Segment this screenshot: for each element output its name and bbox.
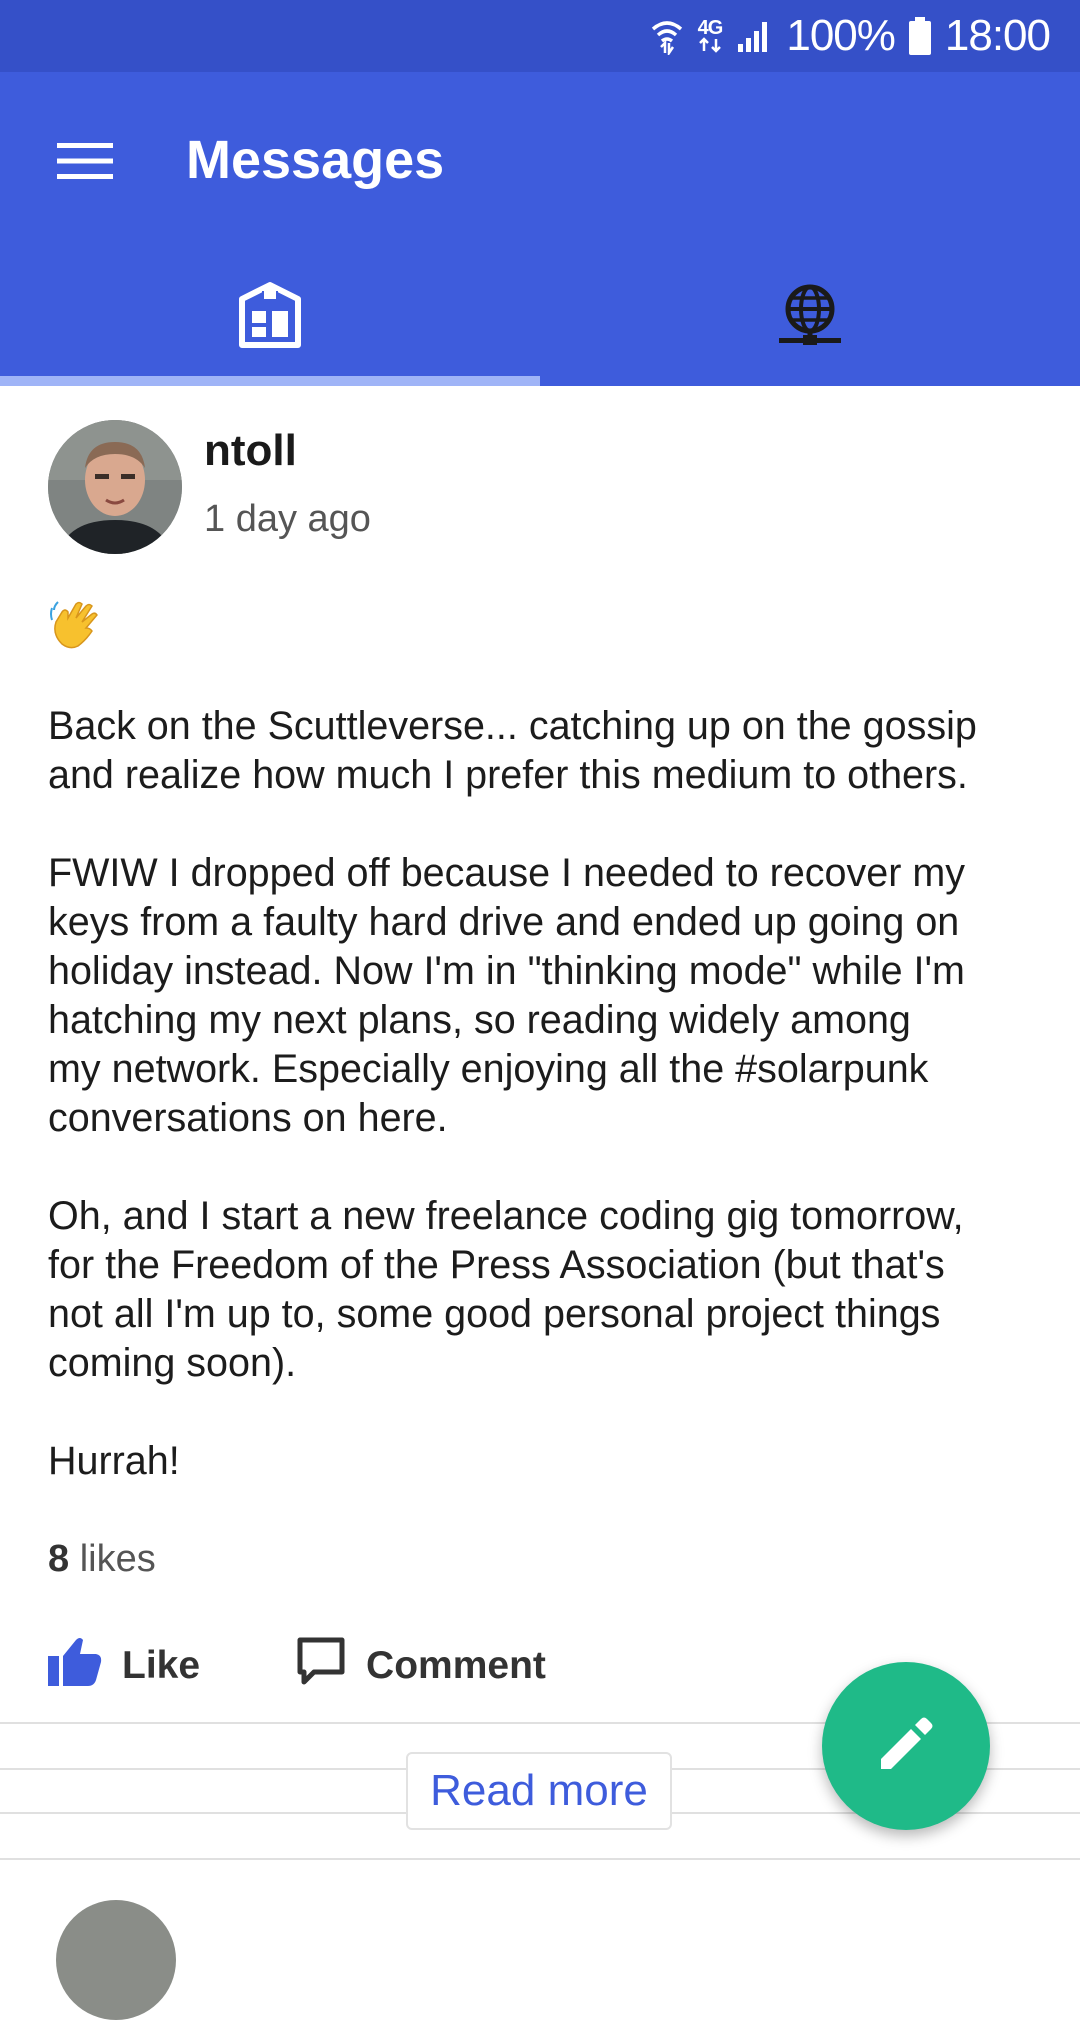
public-feed-icon bbox=[238, 281, 302, 354]
thumbs-up-icon bbox=[48, 1636, 102, 1696]
battery-icon bbox=[908, 17, 931, 55]
divider bbox=[0, 1858, 1080, 1860]
tab-public[interactable] bbox=[0, 262, 540, 386]
next-post-avatar[interactable] bbox=[56, 1900, 176, 2020]
read-more-button[interactable]: Read more bbox=[406, 1752, 672, 1830]
status-bar: 4G 100% 18:00 bbox=[0, 0, 1080, 72]
like-label: Like bbox=[122, 1644, 201, 1687]
post-paragraph: Oh, and I start a new freelance coding g… bbox=[48, 1194, 964, 1385]
post-timestamp: 1 day ago bbox=[204, 498, 371, 540]
post-paragraph: Back on the Scuttleverse... catching up … bbox=[48, 704, 977, 797]
network-4g-icon: 4G bbox=[698, 18, 723, 53]
waving-hand-emoji bbox=[48, 598, 102, 652]
author-name[interactable]: ntoll bbox=[204, 426, 297, 476]
likes-count[interactable]: 8 likes bbox=[48, 1538, 156, 1581]
app-bar: Messages bbox=[0, 72, 1080, 386]
tab-network[interactable] bbox=[540, 262, 1080, 386]
page-title: Messages bbox=[186, 130, 445, 190]
hamburger-menu-icon[interactable] bbox=[40, 116, 130, 206]
comment-icon bbox=[296, 1636, 346, 1696]
comment-label: Comment bbox=[366, 1644, 546, 1687]
pencil-icon bbox=[877, 1715, 935, 1778]
signal-icon bbox=[736, 18, 772, 54]
post-body: Back on the Scuttleverse... catching up … bbox=[48, 702, 1048, 1535]
post-paragraph: FWIW I dropped off because I needed to r… bbox=[48, 851, 966, 1140]
like-button[interactable]: Like bbox=[48, 1636, 200, 1696]
avatar[interactable] bbox=[48, 420, 182, 554]
tab-bar bbox=[0, 262, 1080, 386]
post-actions: Like Comment bbox=[48, 1626, 546, 1706]
tab-indicator bbox=[0, 376, 540, 386]
post-paragraph: Hurrah! bbox=[48, 1439, 180, 1483]
wifi-icon bbox=[650, 17, 684, 55]
comment-button[interactable]: Comment bbox=[296, 1636, 546, 1696]
clock: 18:00 bbox=[944, 11, 1051, 60]
likes-number: 8 bbox=[48, 1538, 70, 1580]
globe-network-icon bbox=[779, 283, 841, 352]
likes-label: likes bbox=[79, 1538, 156, 1580]
compose-fab[interactable] bbox=[822, 1662, 990, 1830]
battery-text: 100% bbox=[786, 11, 896, 60]
